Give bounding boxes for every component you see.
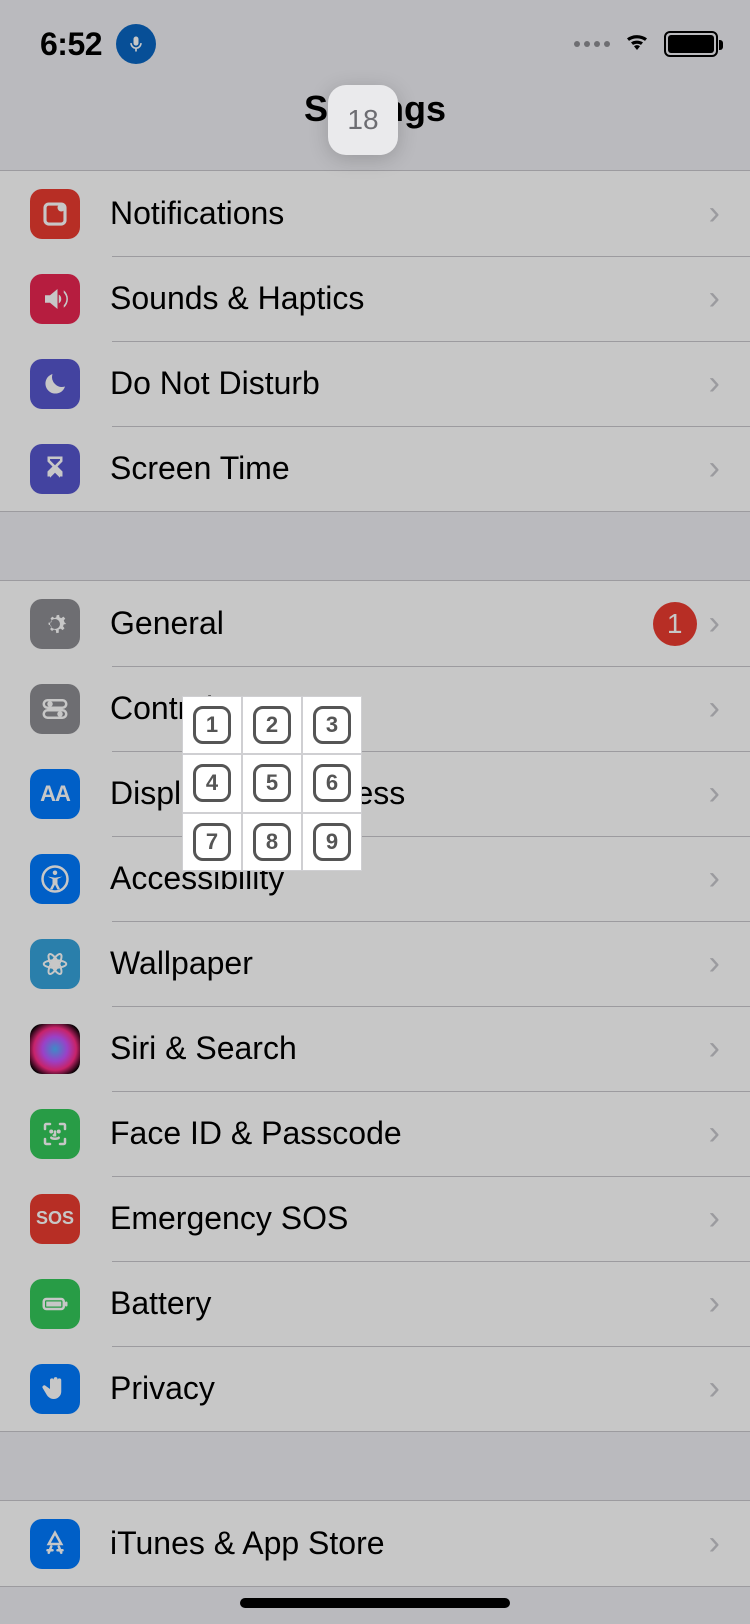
row-privacy[interactable]: Privacy ›: [0, 1346, 750, 1431]
row-itunes-appstore[interactable]: iTunes & App Store ›: [0, 1501, 750, 1586]
row-label: Screen Time: [110, 450, 697, 487]
vc-grid-cell-3[interactable]: 3: [302, 696, 362, 754]
gear-icon: [30, 599, 80, 649]
chevron-right-icon: ›: [709, 689, 720, 728]
row-battery[interactable]: Battery ›: [0, 1261, 750, 1346]
row-label: Wallpaper: [110, 945, 697, 982]
wifi-icon: [620, 30, 654, 59]
chevron-right-icon: ›: [709, 1369, 720, 1408]
row-display-brightness[interactable]: AA Display & Brightness ›: [0, 751, 750, 836]
chevron-right-icon: ›: [709, 859, 720, 898]
row-general[interactable]: General 1 ›: [0, 581, 750, 666]
speaker-icon: [30, 274, 80, 324]
siri-icon: [30, 1024, 80, 1074]
voice-control-item-badge[interactable]: 18: [328, 85, 398, 155]
vc-grid-cell-4[interactable]: 4: [182, 754, 242, 812]
settings-group-2: General 1 › Control Center › AA Display …: [0, 580, 750, 1432]
vc-grid-cell-1[interactable]: 1: [182, 696, 242, 754]
vc-grid-cell-8[interactable]: 8: [242, 813, 302, 871]
cellular-dots-icon: [574, 41, 610, 47]
row-label: Privacy: [110, 1370, 697, 1407]
vc-grid-number: 7: [193, 823, 231, 861]
chevron-right-icon: ›: [709, 449, 720, 488]
row-wallpaper[interactable]: Wallpaper ›: [0, 921, 750, 1006]
vc-grid-number: 8: [253, 823, 291, 861]
row-emergency-sos[interactable]: SOS Emergency SOS ›: [0, 1176, 750, 1261]
clock: 6:52: [40, 26, 102, 63]
vc-grid-cell-5[interactable]: 5: [242, 754, 302, 812]
row-sounds-haptics[interactable]: Sounds & Haptics ›: [0, 256, 750, 341]
chevron-right-icon: ›: [709, 194, 720, 233]
row-label: iTunes & App Store: [110, 1525, 697, 1562]
battery-icon: [30, 1279, 80, 1329]
switches-icon: [30, 684, 80, 734]
vc-grid-number: 9: [313, 823, 351, 861]
chevron-right-icon: ›: [709, 1284, 720, 1323]
hourglass-icon: [30, 444, 80, 494]
home-indicator[interactable]: [240, 1598, 510, 1608]
row-label: Face ID & Passcode: [110, 1115, 697, 1152]
chevron-right-icon: ›: [709, 1029, 720, 1068]
row-do-not-disturb[interactable]: Do Not Disturb ›: [0, 341, 750, 426]
row-siri-search[interactable]: Siri & Search ›: [0, 1006, 750, 1091]
row-accessibility[interactable]: Accessibility ›: [0, 836, 750, 921]
vc-grid-number: 3: [313, 706, 351, 744]
appstore-icon: [30, 1519, 80, 1569]
row-label: Battery: [110, 1285, 697, 1322]
chevron-right-icon: ›: [709, 774, 720, 813]
chevron-right-icon: ›: [709, 279, 720, 318]
row-label: Emergency SOS: [110, 1200, 697, 1237]
vc-grid-number: 5: [253, 764, 291, 802]
moon-icon: [30, 359, 80, 409]
settings-screen: 6:52 Settings Notifications ›: [0, 0, 750, 1624]
row-screen-time[interactable]: Screen Time ›: [0, 426, 750, 511]
row-label: Siri & Search: [110, 1030, 697, 1067]
chevron-right-icon: ›: [709, 364, 720, 403]
sos-text: SOS: [36, 1208, 74, 1229]
vc-grid-cell-6[interactable]: 6: [302, 754, 362, 812]
row-notifications[interactable]: Notifications ›: [0, 171, 750, 256]
status-right: [574, 30, 718, 59]
vc-grid-number: 1: [193, 706, 231, 744]
vc-grid-cell-9[interactable]: 9: [302, 813, 362, 871]
vc-grid-number: 4: [193, 764, 231, 802]
settings-group-3: iTunes & App Store ›: [0, 1500, 750, 1587]
flower-icon: [30, 939, 80, 989]
row-faceid-passcode[interactable]: Face ID & Passcode ›: [0, 1091, 750, 1176]
status-left: 6:52: [40, 24, 156, 64]
row-label: Do Not Disturb: [110, 365, 697, 402]
vc-grid-cell-2[interactable]: 2: [242, 696, 302, 754]
vc-grid-cell-7[interactable]: 7: [182, 813, 242, 871]
faceid-icon: [30, 1109, 80, 1159]
microphone-indicator-icon: [116, 24, 156, 64]
update-badge: 1: [653, 602, 697, 646]
row-label: Notifications: [110, 195, 697, 232]
chevron-right-icon: ›: [709, 1199, 720, 1238]
hand-icon: [30, 1364, 80, 1414]
notifications-icon: [30, 189, 80, 239]
battery-icon: [664, 31, 718, 57]
chevron-right-icon: ›: [709, 1524, 720, 1563]
chevron-right-icon: ›: [709, 944, 720, 983]
text-size-icon: AA: [30, 769, 80, 819]
vc-grid-number: 6: [313, 764, 351, 802]
sos-icon: SOS: [30, 1194, 80, 1244]
chevron-right-icon: ›: [709, 1114, 720, 1153]
chevron-right-icon: ›: [709, 604, 720, 643]
row-label: Sounds & Haptics: [110, 280, 697, 317]
row-control-center[interactable]: Control Center ›: [0, 666, 750, 751]
accessibility-icon: [30, 854, 80, 904]
vc-grid-number: 2: [253, 706, 291, 744]
row-label: General: [110, 605, 653, 642]
voice-control-grid[interactable]: 1 2 3 4 5 6 7 8 9: [182, 696, 362, 871]
settings-group-1: Notifications › Sounds & Haptics › Do No…: [0, 170, 750, 512]
